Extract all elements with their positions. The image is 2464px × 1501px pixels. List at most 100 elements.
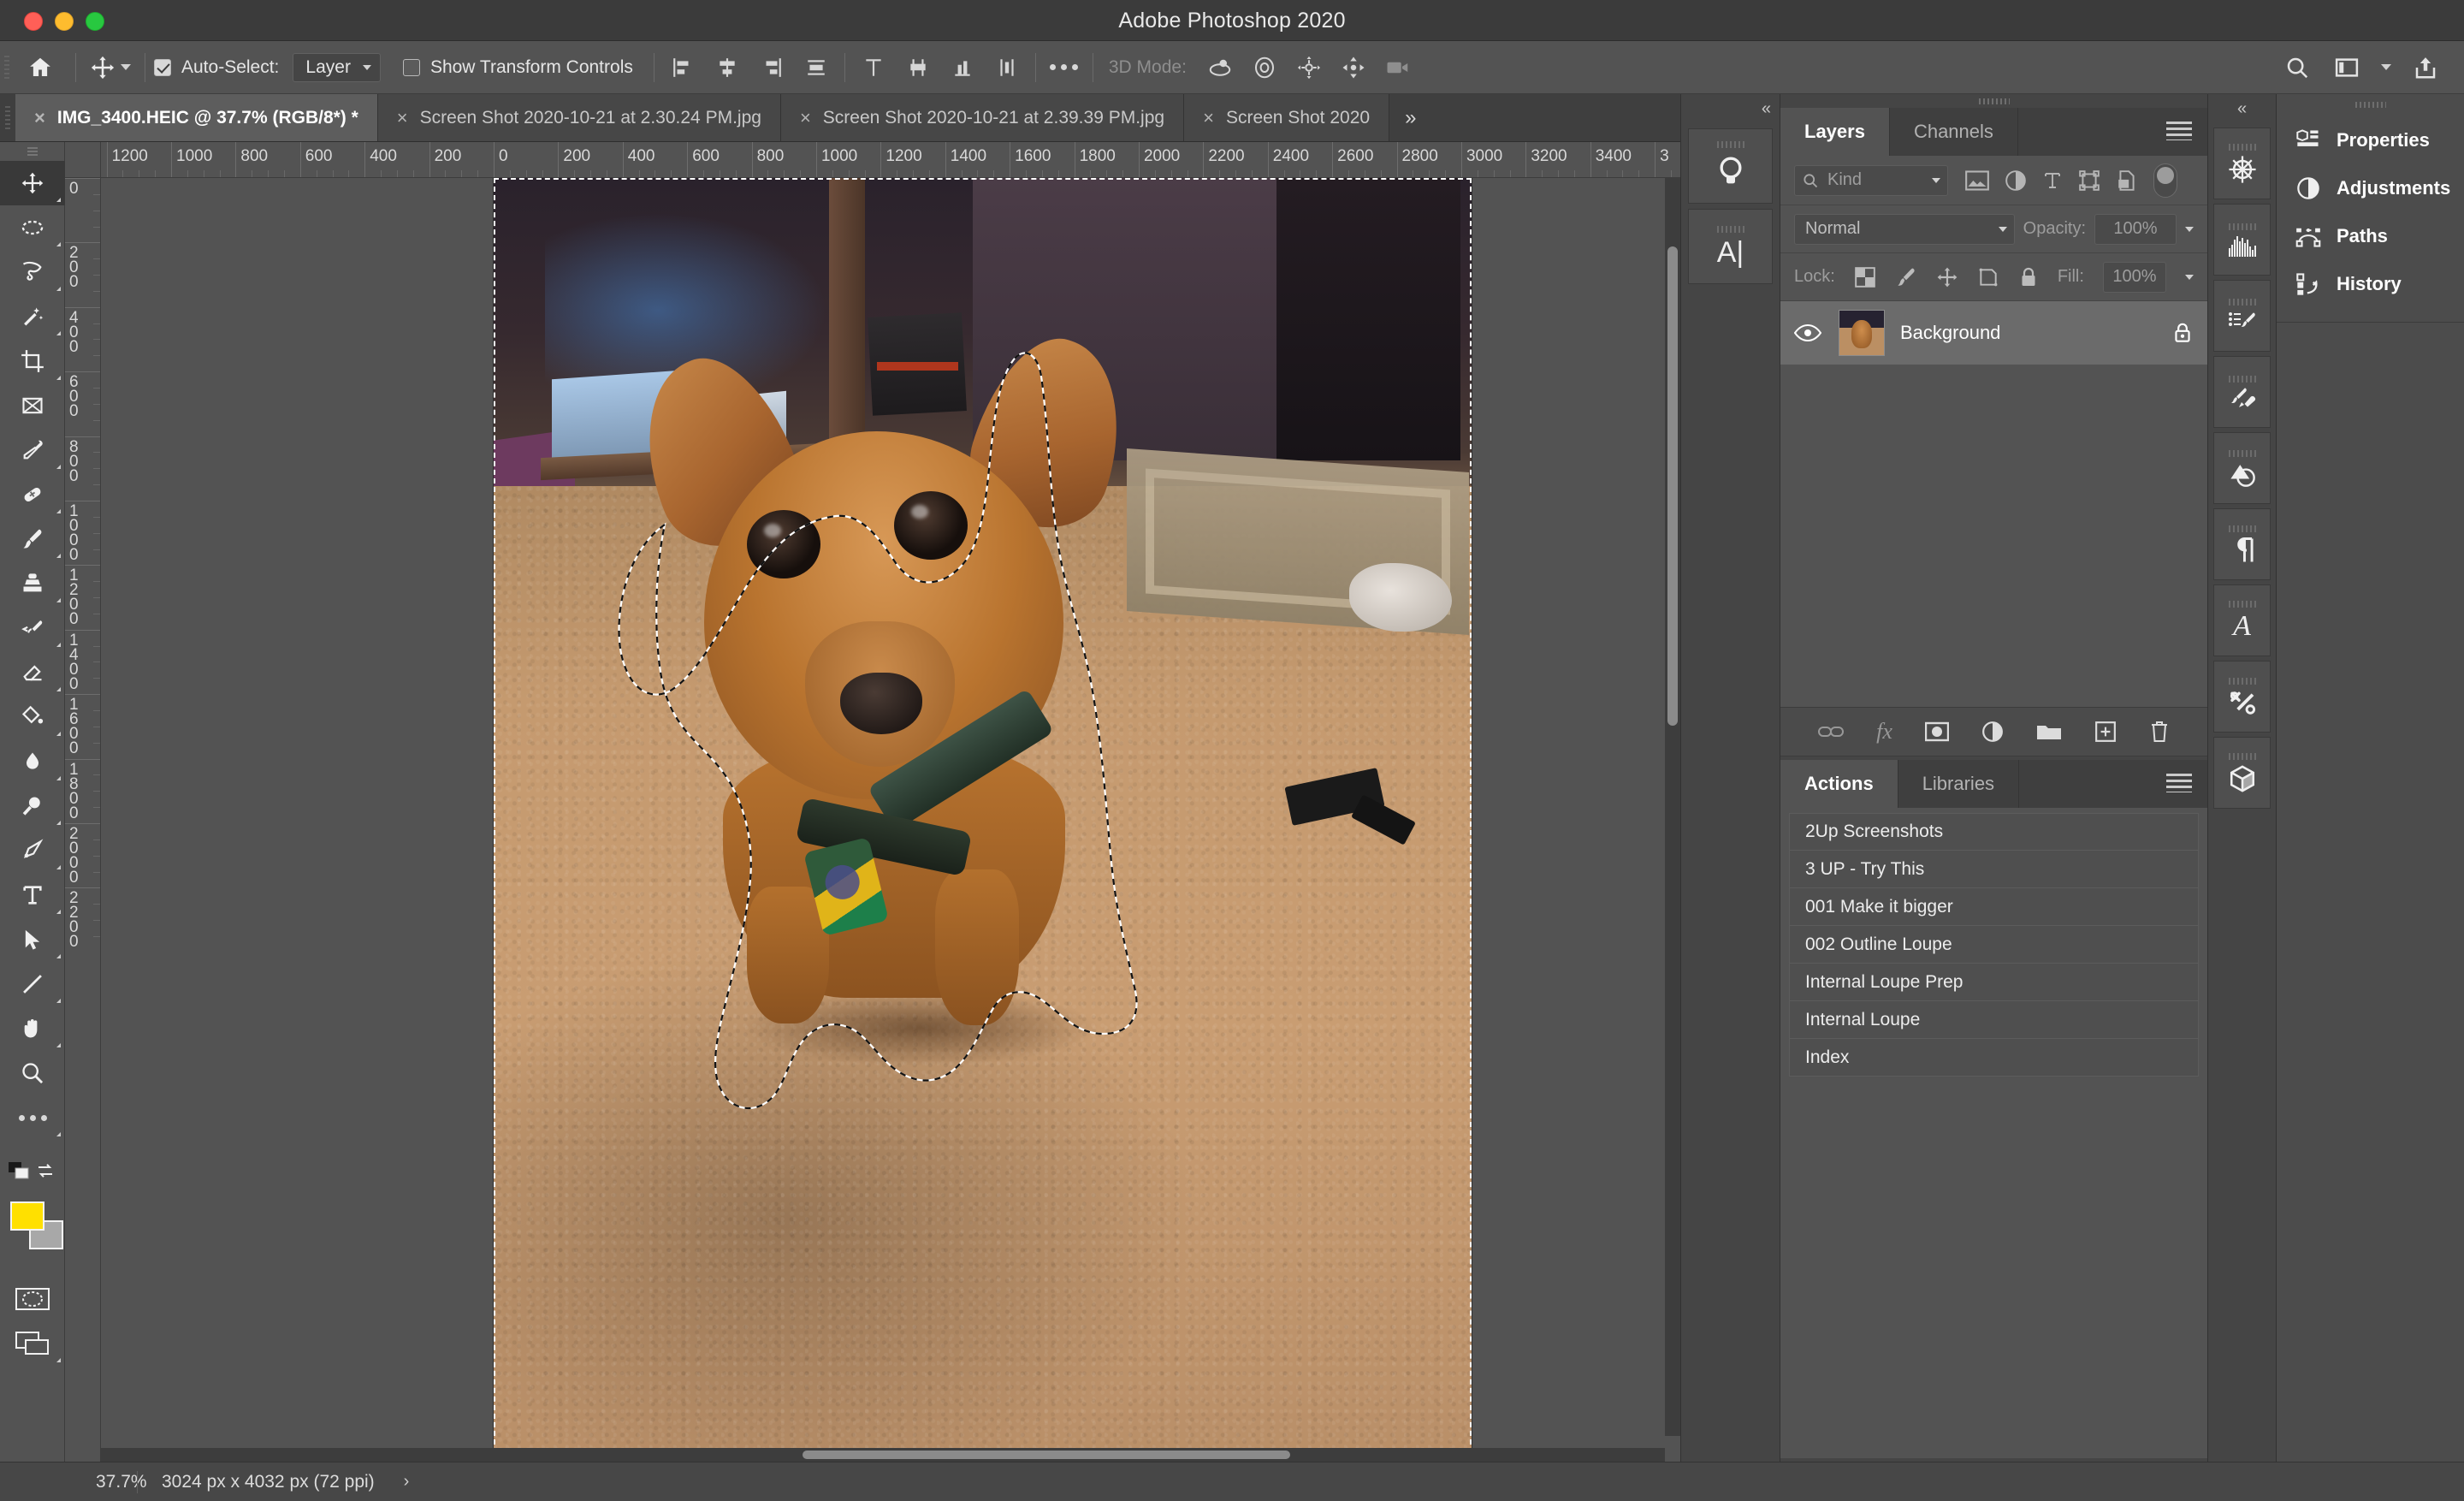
3d-camera-icon[interactable] xyxy=(1378,48,1418,87)
gradient-tool-icon[interactable] xyxy=(0,695,65,739)
eye-icon[interactable] xyxy=(1794,323,1823,342)
tab-actions[interactable]: Actions xyxy=(1780,760,1898,808)
eyedropper-tool-icon[interactable] xyxy=(0,428,65,472)
workspace-icon[interactable] xyxy=(2327,48,2366,87)
ruler-corner[interactable] xyxy=(65,142,101,178)
document-tab-1[interactable]: × Screen Shot 2020-10-21 at 2.30.24 PM.j… xyxy=(377,94,781,141)
eraser-tool-icon[interactable] xyxy=(0,650,65,695)
home-button[interactable] xyxy=(14,41,67,94)
right-panel-grip[interactable] xyxy=(2277,94,2464,116)
distribute-bottom-edges-icon[interactable] xyxy=(943,48,982,87)
fill-chevron-down-icon[interactable] xyxy=(2185,274,2194,280)
vertical-ruler[interactable]: 0 200 400 600 800 1000 1200 1400 1600 1800 2000 220… xyxy=(65,178,101,1462)
close-tab-icon[interactable]: × xyxy=(34,108,45,128)
delete-layer-icon[interactable] xyxy=(2149,720,2170,744)
align-horizontal-centers-icon[interactable] xyxy=(708,48,747,87)
tab-bar-grip[interactable] xyxy=(0,94,15,141)
layer-style-fx-icon[interactable]: fx xyxy=(1876,719,1892,745)
layer-kind-filter[interactable]: Kind xyxy=(1794,164,1948,196)
panel-item-paths[interactable]: Paths xyxy=(2277,212,2464,260)
filter-enable-toggle[interactable] xyxy=(2153,163,2177,198)
panel-menu-icon[interactable] xyxy=(2166,122,2192,140)
panel-item-adjustments[interactable]: Adjustments xyxy=(2277,164,2464,212)
align-vertical-centers-icon[interactable] xyxy=(797,48,836,87)
lock-artboard-nesting-icon[interactable] xyxy=(1977,266,1999,288)
list-item[interactable]: 002 Outline Loupe xyxy=(1789,926,2199,964)
share-icon[interactable] xyxy=(2406,48,2445,87)
layer-row-background[interactable]: Background xyxy=(1780,301,2207,365)
layer-thumbnail[interactable] xyxy=(1839,310,1885,356)
object-selection-tool-icon[interactable] xyxy=(0,294,65,339)
tab-channels[interactable]: Channels xyxy=(1889,108,2018,156)
pen-tool-icon[interactable] xyxy=(0,828,65,873)
crop-tool-icon[interactable] xyxy=(0,339,65,383)
filter-shape-layers-icon[interactable] xyxy=(2078,169,2100,192)
lock-image-pixels-icon[interactable] xyxy=(1895,266,1917,288)
tab-layers[interactable]: Layers xyxy=(1780,108,1890,156)
layer-name[interactable]: Background xyxy=(1900,322,2156,344)
blur-tool-icon[interactable] xyxy=(0,739,65,784)
swap-colors-icon[interactable] xyxy=(35,1160,56,1181)
screen-mode-icon[interactable] xyxy=(0,1321,65,1366)
tab-overflow-button[interactable]: » xyxy=(1389,94,1432,141)
horizontal-type-tool-icon[interactable] xyxy=(0,873,65,917)
list-item[interactable]: Internal Loupe Prep xyxy=(1789,964,2199,1001)
new-adjustment-layer-icon[interactable] xyxy=(1981,721,2004,743)
distribute-horizontal-centers-icon[interactable] xyxy=(987,48,1027,87)
move-tool-icon[interactable] xyxy=(0,161,65,205)
brushes-icon[interactable] xyxy=(2213,356,2271,428)
document-tab-0[interactable]: × IMG_3400.HEIC @ 37.7% (RGB/8*) * xyxy=(15,94,378,141)
document-tab-2[interactable]: × Screen Shot 2020-10-21 at 2.39.39 PM.j… xyxy=(780,94,1185,141)
panel-grip[interactable] xyxy=(1780,94,2207,108)
collapse-panels-chevrons[interactable]: « xyxy=(1681,94,1780,123)
3d-orbit-icon[interactable] xyxy=(1200,48,1240,87)
canvas-vertical-scrollbar[interactable] xyxy=(1665,178,1680,1436)
lasso-tool-icon[interactable] xyxy=(0,250,65,294)
panel-item-properties[interactable]: Properties xyxy=(2277,116,2464,164)
default-colors-icon[interactable] xyxy=(9,1162,31,1181)
character-a-icon[interactable]: A| xyxy=(1688,209,1773,284)
spot-healing-brush-tool-icon[interactable] xyxy=(0,472,65,517)
dock-collapse-chevrons[interactable]: « xyxy=(2208,94,2276,123)
3d-icon[interactable] xyxy=(2213,737,2271,809)
lock-all-icon[interactable] xyxy=(2018,266,2039,288)
document-canvas[interactable] xyxy=(494,178,1472,1462)
search-icon[interactable] xyxy=(2277,48,2317,87)
filter-adjustment-layers-icon[interactable] xyxy=(2005,169,2027,192)
current-tool-move[interactable] xyxy=(85,55,136,80)
list-item[interactable]: Index xyxy=(1789,1039,2199,1077)
opacity-chevron-down-icon[interactable] xyxy=(2185,226,2194,232)
3d-pan-icon[interactable] xyxy=(1289,48,1329,87)
brush-settings-icon[interactable] xyxy=(2213,280,2271,352)
more-options-icon[interactable] xyxy=(1045,48,1084,87)
brush-tool-icon[interactable] xyxy=(0,517,65,561)
horizontal-ruler[interactable]: 1200 1000 800 600 400 200 0 200 400 600 800 1000 120… xyxy=(101,142,1680,178)
filter-type-layers-icon[interactable] xyxy=(2042,169,2063,192)
canvas-horizontal-scrollbar[interactable] xyxy=(101,1448,1665,1462)
auto-select-dropdown[interactable]: Layer xyxy=(293,52,381,82)
filter-smart-object-icon[interactable] xyxy=(2116,169,2138,192)
distribute-vertical-centers-icon[interactable] xyxy=(898,48,938,87)
new-group-icon[interactable] xyxy=(2036,721,2062,742)
panel-menu-icon[interactable] xyxy=(2166,774,2192,792)
tab-libraries[interactable]: Libraries xyxy=(1898,760,2020,808)
navigator-icon[interactable] xyxy=(2213,128,2271,199)
link-layers-icon[interactable] xyxy=(1818,721,1845,742)
line-tool-icon[interactable] xyxy=(0,962,65,1006)
quick-mask-mode-icon[interactable] xyxy=(0,1277,65,1321)
show-transform-controls-checkbox[interactable] xyxy=(402,58,420,76)
add-layer-mask-icon[interactable] xyxy=(1924,721,1949,742)
glyphs-icon[interactable]: A xyxy=(2213,584,2271,656)
fill-value[interactable]: 100% xyxy=(2102,261,2166,293)
opacity-value[interactable]: 100% xyxy=(2094,213,2177,245)
align-right-edges-icon[interactable] xyxy=(752,48,791,87)
zoom-level[interactable]: 37.7% xyxy=(0,1472,147,1492)
tool-presets-icon[interactable] xyxy=(2213,661,2271,733)
status-expand-arrow-icon[interactable]: › xyxy=(375,1472,410,1492)
canvas-area[interactable] xyxy=(101,178,1680,1462)
close-tab-icon[interactable]: × xyxy=(1203,108,1214,128)
filter-pixel-layers-icon[interactable] xyxy=(1965,169,1989,191)
elliptical-marquee-tool-icon[interactable] xyxy=(0,205,65,250)
lock-position-icon[interactable] xyxy=(1936,266,1958,288)
list-item[interactable]: 2Up Screenshots xyxy=(1789,813,2199,851)
